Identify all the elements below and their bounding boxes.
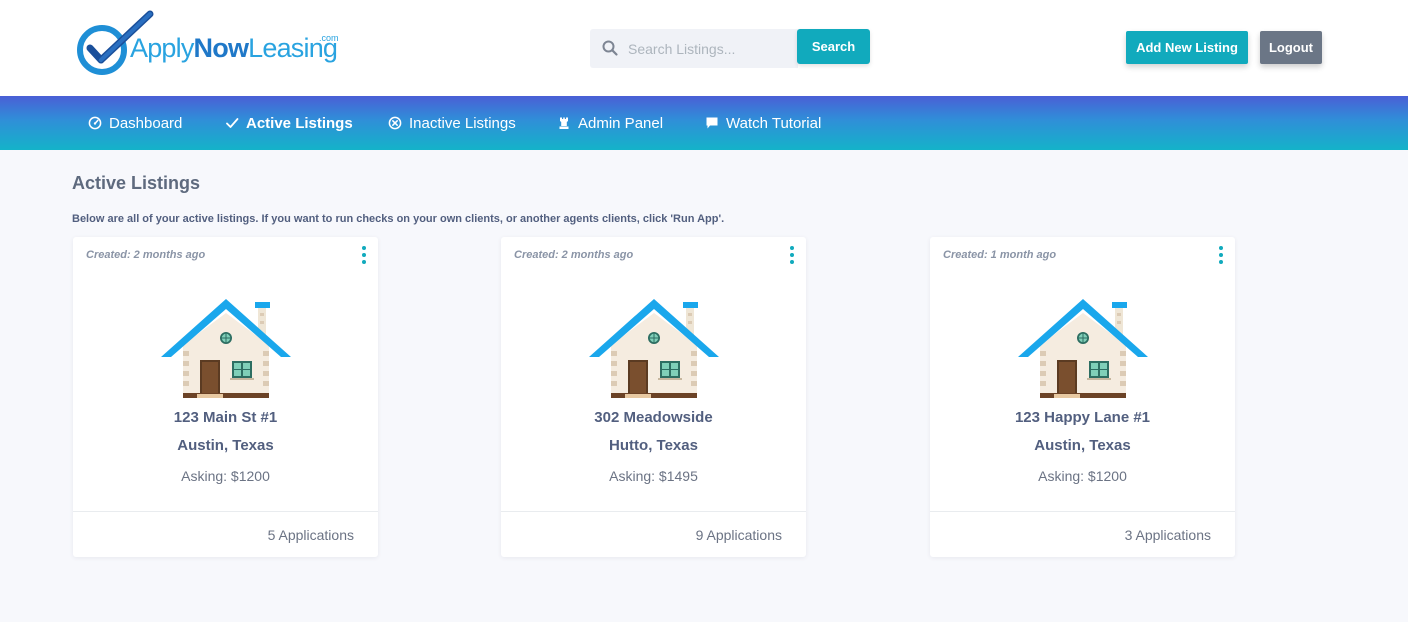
logo[interactable]: ApplyNowLeasing .com bbox=[74, 10, 354, 80]
nav-item-inactive-listings[interactable]: Inactive Listings bbox=[388, 96, 516, 150]
listing-card[interactable]: Created: 2 months ago 302 Meadowside Hutto… bbox=[501, 237, 806, 557]
add-new-listing-button[interactable]: Add New Listing bbox=[1126, 31, 1248, 64]
listing-street: 302 Meadowside bbox=[594, 409, 713, 426]
listing-city: Austin, Texas bbox=[177, 437, 274, 454]
more-vertical-icon[interactable] bbox=[360, 243, 368, 265]
search-box bbox=[590, 29, 798, 68]
listing-asking-price: Asking: $1200 bbox=[1038, 468, 1127, 484]
listing-created: Created: 1 month ago bbox=[943, 249, 1057, 261]
search-button[interactable]: Search bbox=[797, 29, 870, 64]
listing-asking-price: Asking: $1200 bbox=[181, 468, 270, 484]
logo-apply: Apply bbox=[130, 33, 194, 63]
listing-street: 123 Happy Lane #1 bbox=[1014, 409, 1151, 426]
card-divider bbox=[930, 511, 1235, 512]
listing-card[interactable]: Created: 2 months ago 123 Main St #1 Austi… bbox=[73, 237, 378, 557]
listing-asking-price: Asking: $1495 bbox=[609, 468, 698, 484]
nav-label-active-listings: Active Listings bbox=[246, 114, 353, 132]
listing-applications-link[interactable]: 3 Applications bbox=[1125, 527, 1211, 543]
search-icon bbox=[602, 40, 618, 56]
page-title: Active Listings bbox=[72, 173, 201, 193]
nav-label-inactive-listings: Inactive Listings bbox=[409, 114, 516, 132]
speedometer-icon bbox=[88, 116, 102, 130]
nav-item-admin-panel[interactable]: Admin Panel bbox=[557, 96, 663, 150]
x-circle-icon bbox=[388, 116, 402, 130]
card-divider bbox=[501, 511, 806, 512]
card-divider bbox=[73, 511, 378, 512]
listing-city: Austin, Texas bbox=[1034, 437, 1131, 454]
listing-street: 123 Main St #1 bbox=[173, 409, 278, 426]
nav-label-dashboard: Dashboard bbox=[109, 114, 183, 132]
house-icon bbox=[161, 299, 291, 398]
listing-created: Created: 2 months ago bbox=[514, 249, 634, 261]
listing-created: Created: 2 months ago bbox=[86, 249, 206, 261]
chat-flag-icon bbox=[706, 117, 718, 129]
logout-button[interactable]: Logout bbox=[1260, 31, 1322, 64]
more-vertical-icon[interactable] bbox=[788, 243, 796, 265]
logo-wordmark: ApplyNowLeasing bbox=[130, 33, 338, 63]
nav-item-dashboard[interactable]: Dashboard bbox=[88, 96, 182, 150]
listing-card[interactable]: Created: 1 month ago 123 Happy Lane #1 Aus… bbox=[930, 237, 1235, 557]
logo-now: Now bbox=[193, 33, 249, 63]
nav-label-admin-panel: Admin Panel bbox=[578, 114, 664, 132]
logo-com: .com bbox=[319, 33, 339, 43]
more-vertical-icon[interactable] bbox=[1217, 243, 1225, 265]
chess-rook-icon bbox=[559, 117, 569, 129]
house-icon bbox=[1018, 299, 1148, 398]
top-header: ApplyNowLeasing .com Search Add New List… bbox=[0, 0, 1408, 96]
house-icon bbox=[589, 299, 719, 398]
page-description: Below are all of your active listings. I… bbox=[72, 213, 725, 225]
nav-item-watch-tutorial[interactable]: Watch Tutorial bbox=[705, 96, 821, 150]
listing-applications-link[interactable]: 5 Applications bbox=[268, 527, 354, 543]
main-nav: Dashboard Active Listings Inactive Listi… bbox=[0, 96, 1408, 150]
listing-city: Hutto, Texas bbox=[609, 437, 698, 454]
nav-label-watch-tutorial: Watch Tutorial bbox=[726, 114, 822, 132]
nav-item-active-listings[interactable]: Active Listings bbox=[225, 96, 353, 150]
listing-applications-link[interactable]: 9 Applications bbox=[696, 527, 782, 543]
search-input[interactable] bbox=[628, 29, 794, 68]
check-icon bbox=[226, 118, 239, 128]
